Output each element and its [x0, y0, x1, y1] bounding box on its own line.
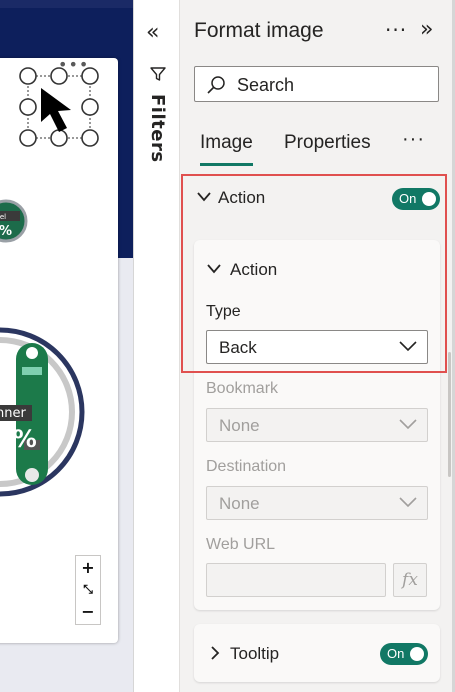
action-toggle[interactable]: On — [392, 188, 440, 210]
bookmark-dropdown[interactable]: None — [206, 408, 428, 442]
chevron-down-icon — [207, 264, 221, 274]
chevron-down-icon — [399, 341, 417, 352]
search-placeholder: Search — [237, 75, 295, 95]
destination-label: Destination — [206, 458, 287, 475]
small-donut-label: xcel — [0, 213, 6, 221]
small-donut-visual: xcel 5% — [0, 199, 28, 243]
action-card-label: Action — [230, 260, 278, 279]
report-canvas: ••• xcel 5% nner 4% + ⤡ − — [0, 0, 133, 692]
big-donut-value: 4% — [0, 425, 37, 453]
collapse-pane-chevron-icon[interactable]: « — [146, 20, 159, 45]
destination-dropdown-value: None — [219, 494, 260, 513]
canvas-top-band — [0, 0, 133, 8]
format-pane: Format image ··· » Search Image Properti… — [180, 0, 455, 692]
filters-pane-collapsed[interactable]: « Filters — [133, 0, 180, 692]
destination-dropdown[interactable]: None — [206, 486, 428, 520]
tab-image[interactable]: Image — [200, 132, 253, 166]
type-dropdown-value: Back — [219, 338, 257, 357]
small-donut-value: 5% — [0, 224, 12, 239]
zoom-in-button[interactable]: + — [76, 556, 100, 578]
fx-conditional-format-button[interactable]: fx — [393, 563, 427, 597]
chevron-down-icon — [197, 192, 211, 202]
tooltip-toggle-label: On — [387, 646, 405, 661]
tooltip-section-label: Tooltip — [230, 644, 280, 663]
filters-label[interactable]: Filters — [147, 94, 168, 163]
tab-properties[interactable]: Properties — [284, 132, 371, 154]
chevron-right-icon — [211, 646, 220, 660]
search-icon — [207, 76, 225, 94]
filter-funnel-icon — [150, 67, 166, 81]
toggle-knob — [410, 647, 424, 661]
search-input[interactable]: Search — [194, 66, 439, 102]
tooltip-toggle[interactable]: On — [380, 643, 428, 665]
more-options-icon[interactable]: ··· — [385, 18, 407, 42]
action-toggle-label: On — [399, 191, 417, 206]
big-donut-visual: nner 4% — [0, 327, 85, 497]
chevron-down-icon — [399, 497, 417, 508]
zoom-controls: + ⤡ − — [75, 555, 101, 625]
back-arrow-pointer-icon[interactable] — [37, 86, 87, 136]
bookmark-dropdown-value: None — [219, 416, 260, 435]
pane-scrollbar[interactable] — [448, 352, 451, 477]
chevron-down-icon — [399, 419, 417, 430]
action-section-header[interactable]: Action On — [180, 175, 455, 223]
big-donut-label: nner — [0, 406, 26, 421]
toggle-knob — [422, 192, 436, 206]
zoom-fit-button[interactable]: ⤡ — [76, 578, 100, 600]
web-url-label: Web URL — [206, 536, 276, 553]
type-label: Type — [206, 303, 241, 320]
pane-title: Format image — [194, 19, 324, 42]
type-dropdown[interactable]: Back — [206, 330, 428, 364]
tabs-more-icon[interactable]: ··· — [402, 128, 425, 151]
expand-pane-chevron-icon[interactable]: » — [420, 17, 433, 42]
bookmark-label: Bookmark — [206, 380, 279, 397]
web-url-input[interactable] — [206, 563, 386, 597]
action-card-header[interactable]: Action — [194, 248, 440, 288]
action-section-label: Action — [218, 188, 266, 207]
zoom-out-button[interactable]: − — [76, 600, 100, 622]
tooltip-section-header[interactable]: Tooltip On — [194, 624, 440, 682]
